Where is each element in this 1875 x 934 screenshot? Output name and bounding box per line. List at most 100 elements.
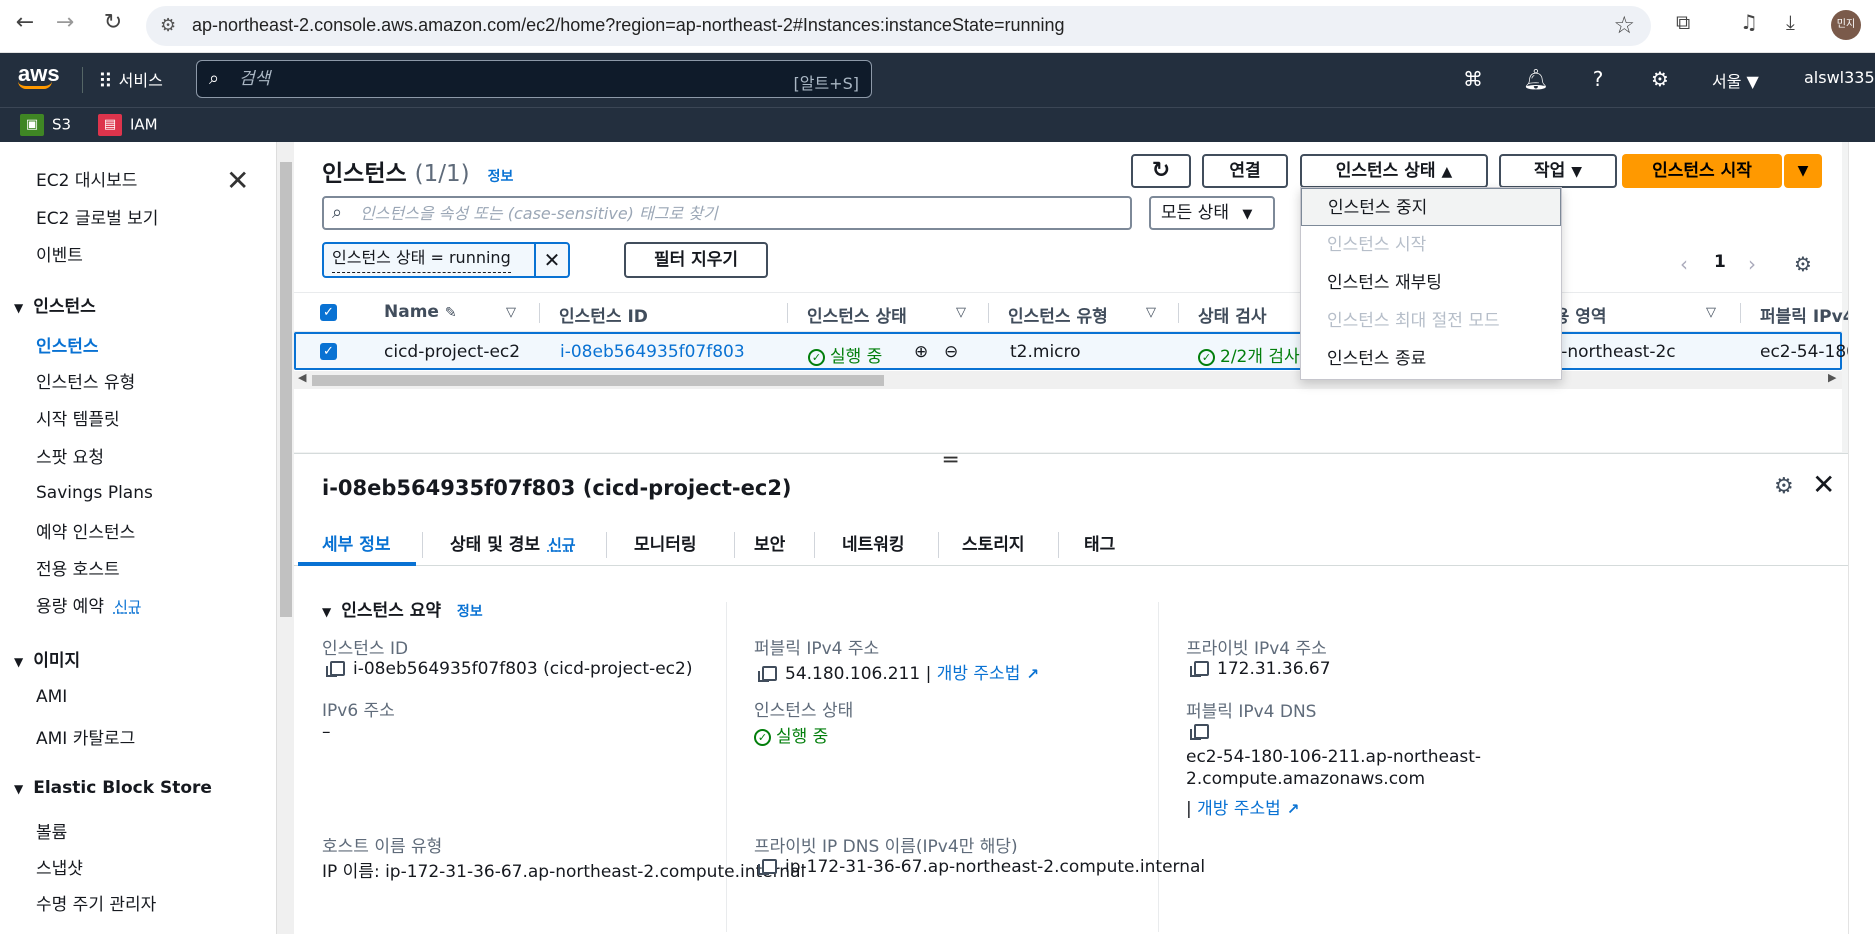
launch-instance-button[interactable]: 인스턴스 시작: [1622, 154, 1782, 188]
sidebar-item-events[interactable]: 이벤트: [36, 241, 83, 266]
sort-icon[interactable]: ▽: [1146, 305, 1156, 320]
scroll-left-icon[interactable]: ◀: [298, 371, 306, 384]
column-divider[interactable]: [539, 303, 540, 323]
sidebar-item-instance-types[interactable]: 인스턴스 유형: [36, 368, 135, 393]
sidebar-item-savings-plans[interactable]: Savings Plans: [36, 483, 153, 503]
copy-icon[interactable]: [1190, 661, 1209, 677]
site-info-icon[interactable]: ⚙: [160, 15, 176, 36]
address-bar[interactable]: ⚙ ap-northeast-2.console.aws.amazon.com/…: [146, 6, 1651, 46]
tab-storage[interactable]: 스토리지: [962, 530, 1025, 555]
menu-item-stop-instance[interactable]: 인스턴스 중지: [1301, 188, 1561, 226]
menu-item-start-instance[interactable]: 인스턴스 시작: [1301, 226, 1561, 264]
sidebar-item-volumes[interactable]: 볼륨: [36, 818, 67, 843]
sidebar-section-ebs[interactable]: ▼ Elastic Block Store: [14, 778, 212, 798]
sidebar-item-ami-catalog[interactable]: AMI 카탈로그: [36, 724, 135, 749]
favorite-iam[interactable]: ▤ IAM: [98, 114, 158, 136]
extensions-icon[interactable]: ⧉: [1676, 10, 1690, 34]
bookmark-star-icon[interactable]: ☆: [1613, 11, 1635, 39]
media-icon[interactable]: ♫: [1740, 10, 1758, 34]
column-instance-id[interactable]: 인스턴스 ID: [559, 302, 648, 327]
menu-item-hibernate-instance[interactable]: 인스턴스 최대 절전 모드: [1301, 302, 1561, 340]
external-link-icon[interactable]: ↗: [1287, 800, 1300, 818]
sidebar-item-ec2-dashboard[interactable]: EC2 대시보드: [36, 166, 137, 191]
column-instance-state[interactable]: 인스턴스 상태: [807, 302, 907, 327]
help-icon[interactable]: ?: [1584, 67, 1612, 91]
connect-button[interactable]: 연결: [1202, 154, 1288, 188]
settings-gear-icon[interactable]: ⚙: [1774, 474, 1794, 499]
url-text[interactable]: ap-northeast-2.console.aws.amazon.com/ec…: [192, 15, 1065, 36]
notifications-icon[interactable]: 🔔︎: [1522, 67, 1550, 91]
filter-token-text[interactable]: 인스턴스 상태 = running: [332, 244, 511, 273]
close-icon[interactable]: ✕: [226, 164, 249, 197]
external-link-icon[interactable]: ↗: [1026, 665, 1039, 683]
back-icon[interactable]: ←: [10, 10, 40, 35]
sidebar-item-ami[interactable]: AMI: [36, 687, 67, 707]
account-menu[interactable]: alswl3359: [1804, 68, 1875, 87]
table-settings-icon[interactable]: ⚙: [1794, 252, 1812, 276]
instance-filter[interactable]: ⌕: [322, 196, 1132, 230]
scroll-right-icon[interactable]: ▶: [1828, 371, 1836, 384]
column-divider[interactable]: [1178, 303, 1179, 323]
menu-item-reboot-instance[interactable]: 인스턴스 재부팅: [1301, 264, 1561, 302]
favorite-s3[interactable]: ▣ S3: [20, 114, 71, 136]
info-link[interactable]: 정보: [488, 169, 514, 185]
column-divider[interactable]: [1740, 303, 1741, 323]
column-public-ipv4[interactable]: 퍼블릭 IPv4: [1760, 302, 1855, 327]
copy-icon[interactable]: [326, 661, 345, 677]
instance-search-input[interactable]: [360, 202, 1110, 224]
reload-icon[interactable]: ↻: [98, 10, 128, 35]
copy-icon[interactable]: [1190, 724, 1209, 740]
table-row[interactable]: ✓ cicd-project-ec2 i-08eb564935f07f803 ✓…: [294, 332, 1857, 370]
scrollbar-thumb[interactable]: [312, 375, 884, 386]
row-checkbox[interactable]: ✓: [320, 343, 337, 360]
forward-icon[interactable]: →: [50, 10, 80, 35]
sidebar-item-instances[interactable]: 인스턴스: [36, 332, 99, 357]
tab-security[interactable]: 보안: [754, 530, 785, 555]
profile-avatar[interactable]: 민지: [1831, 10, 1861, 40]
column-divider[interactable]: [988, 303, 989, 323]
sidebar-section-instances[interactable]: ▼ 인스턴스: [14, 292, 96, 317]
tab-networking[interactable]: 네트워킹: [842, 530, 905, 555]
column-instance-type[interactable]: 인스턴스 유형: [1008, 302, 1108, 327]
column-status-check[interactable]: 상태 검사: [1198, 302, 1266, 327]
prev-page-icon[interactable]: ‹: [1680, 252, 1688, 276]
menu-item-terminate-instance[interactable]: 인스턴스 종료: [1301, 340, 1561, 378]
scrollbar-thumb[interactable]: [280, 162, 292, 617]
select-all-checkbox[interactable]: ✓: [320, 304, 337, 321]
tab-details[interactable]: 세부 정보: [322, 530, 390, 555]
clear-filters-button[interactable]: 필터 지우기: [624, 242, 768, 278]
sidebar-item-reserved-instances[interactable]: 예약 인스턴스: [36, 518, 135, 543]
sidebar-item-global-view[interactable]: EC2 글로벌 보기: [36, 204, 158, 229]
sidebar-item-spot-requests[interactable]: 스팟 요청: [36, 443, 104, 468]
sidebar-item-capacity-reservations[interactable]: 용량 예약 신규: [36, 592, 142, 617]
open-address-link[interactable]: 개방 주소법: [937, 664, 1021, 684]
sidebar-item-lifecycle-manager[interactable]: 수명 주기 관리자: [36, 890, 156, 915]
settings-gear-icon[interactable]: ⚙: [1646, 67, 1674, 91]
sort-icon[interactable]: ▽: [956, 305, 966, 320]
info-link[interactable]: 정보: [457, 604, 483, 620]
global-search[interactable]: ⌕ [알트+S]: [196, 60, 872, 98]
column-name[interactable]: Name ✎: [384, 302, 457, 322]
state-select[interactable]: 모든 상태 ▼: [1149, 196, 1275, 230]
tab-monitoring[interactable]: 모니터링: [634, 530, 697, 555]
sidebar-item-snapshots[interactable]: 스냅샷: [36, 854, 83, 879]
services-menu-button[interactable]: ⠿ 서비스: [98, 67, 163, 93]
tab-tags[interactable]: 태그: [1084, 530, 1115, 555]
instance-state-button[interactable]: 인스턴스 상태 ▲: [1300, 154, 1488, 188]
zoom-out-icon[interactable]: ⊖: [944, 342, 958, 362]
row-instance-id-link[interactable]: i-08eb564935f07f803: [560, 342, 745, 362]
pane-resize-handle[interactable]: ═: [944, 448, 957, 473]
cloudshell-icon[interactable]: ⌘: [1459, 67, 1487, 91]
copy-icon[interactable]: [758, 859, 777, 875]
next-page-icon[interactable]: ›: [1748, 252, 1756, 276]
sort-icon[interactable]: ▽: [506, 305, 516, 320]
actions-button[interactable]: 작업 ▼: [1499, 154, 1617, 188]
table-horizontal-scrollbar[interactable]: ◀ ▶: [294, 371, 1842, 389]
launch-dropdown-button[interactable]: ▼: [1784, 154, 1822, 188]
refresh-button[interactable]: ↻: [1131, 154, 1191, 188]
close-icon[interactable]: ✕: [1812, 468, 1835, 501]
aws-logo[interactable]: aws: [18, 61, 60, 89]
global-search-input[interactable]: [239, 66, 739, 92]
remove-filter-icon[interactable]: ✕: [534, 244, 568, 276]
copy-icon[interactable]: [758, 666, 777, 682]
